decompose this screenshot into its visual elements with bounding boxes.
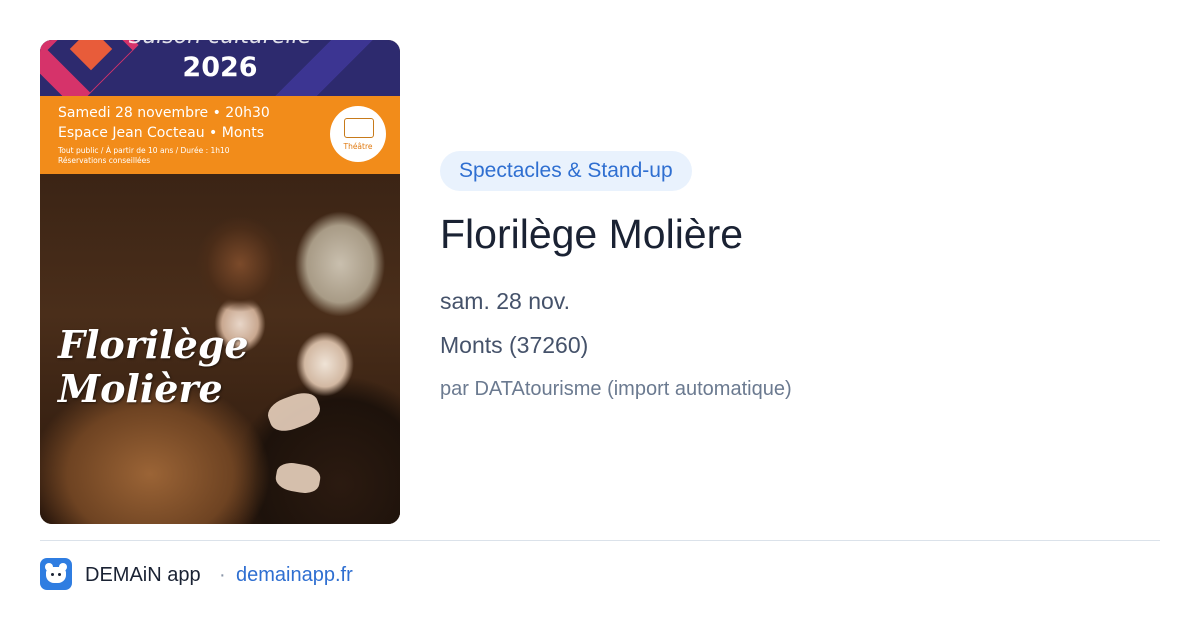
poster-photo-detail <box>264 388 324 436</box>
app-domain-link[interactable]: demainapp.fr <box>236 562 353 588</box>
event-source: par DATAtourisme (import automatique) <box>440 378 792 400</box>
poster-venue: Espace Jean Cocteau • Monts <box>58 125 265 141</box>
poster-reservation-note: Réservations conseillées <box>58 156 151 165</box>
event-title[interactable]: Florilège Molière <box>440 208 743 260</box>
poster-photo: Florilège Molière <box>40 174 400 524</box>
footer-separator: · <box>219 564 226 586</box>
theatre-logo-label: Théâtre <box>343 142 373 151</box>
theatre-logo-mark <box>344 118 374 138</box>
poster-date-time: Samedi 28 novembre • 20h30 <box>58 105 270 121</box>
poster-audience-info: Tout public / À partir de 10 ans / Durée… <box>58 146 230 155</box>
event-date: sam. 28 nov. <box>440 288 570 314</box>
category-badge[interactable]: Spectacles & Stand-up <box>440 151 692 191</box>
poster-photo-detail <box>273 460 323 496</box>
poster-header: Saison culturelle 2026 <box>40 40 400 96</box>
theatre-logo: Théâtre <box>330 106 386 162</box>
poster-season-text: Saison culturelle <box>40 40 400 49</box>
event-share-card: Saison culturelle 2026 Samedi 28 novembr… <box>0 0 1200 630</box>
event-poster-image[interactable]: Saison culturelle 2026 Samedi 28 novembr… <box>40 40 400 524</box>
poster-info-band: Samedi 28 novembre • 20h30 Espace Jean C… <box>40 96 400 174</box>
footer-divider <box>40 540 1160 541</box>
app-name: DEMAiN app <box>85 564 201 586</box>
poster-title-line1: Florilège <box>58 322 249 367</box>
demain-app-icon <box>40 558 72 590</box>
poster-title-line2: Molière <box>58 366 223 411</box>
poster-year: 2026 <box>182 52 258 83</box>
event-location: Monts (37260) <box>440 332 589 358</box>
